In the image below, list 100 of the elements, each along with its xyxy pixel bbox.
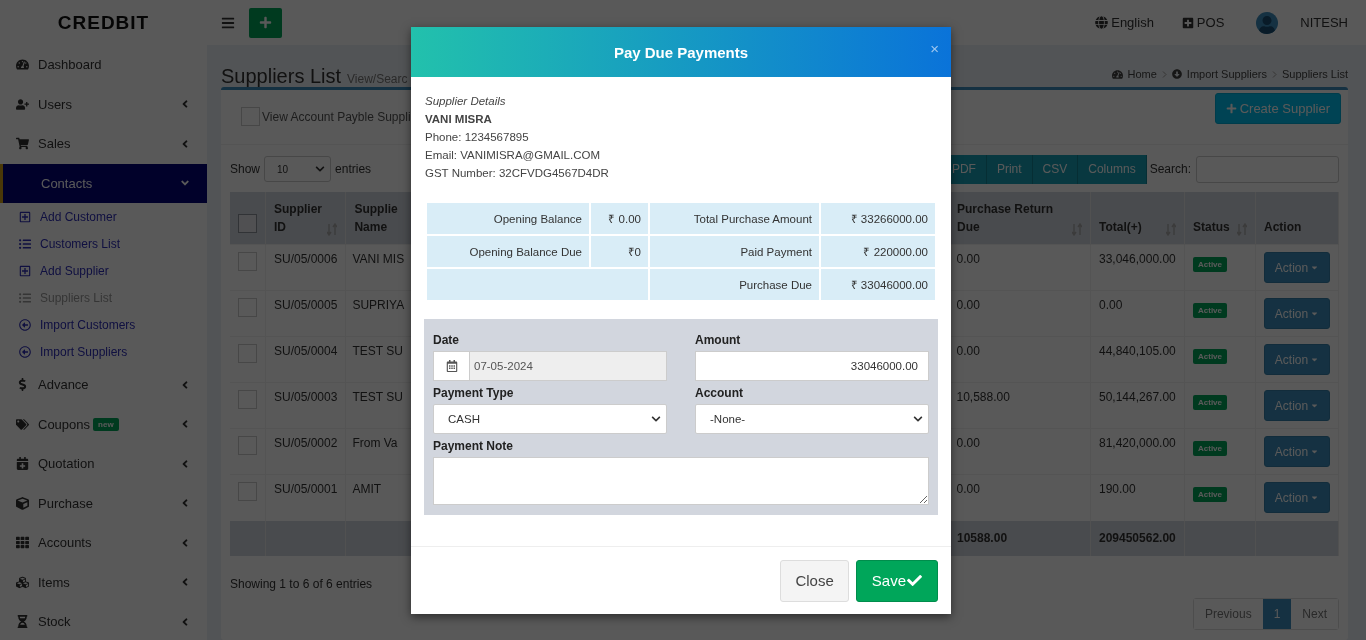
select-all-checkbox[interactable] [238, 214, 257, 233]
check-icon [907, 573, 922, 588]
entries-label: entries [335, 162, 372, 176]
close-button[interactable]: Close [780, 559, 849, 602]
save-button[interactable]: Save [855, 559, 938, 602]
pos-link[interactable]: POS [1181, 15, 1225, 30]
sidebar-label: Coupons [38, 416, 91, 432]
chevron-down-icon [315, 164, 326, 174]
status-tag: Active [1193, 487, 1227, 502]
chevron-down-icon [913, 414, 923, 424]
table-cell: SU/05/0004 [265, 336, 346, 383]
summary-label: Opening Balance [426, 202, 590, 235]
payment-type-select[interactable]: CASH [433, 404, 667, 434]
table-cell: 190.00 [1090, 474, 1185, 521]
chevron-down-icon [651, 414, 661, 424]
sidebar-label: Dashboard [38, 57, 102, 73]
date-field[interactable]: 07-05-2024 [470, 351, 667, 381]
payment-note-field[interactable] [433, 457, 929, 505]
export-button[interactable]: Print [986, 154, 1033, 184]
sidebar-label: Items [38, 574, 70, 590]
sidebar-item[interactable]: Accounts [0, 523, 207, 563]
caret-icon [1310, 447, 1320, 456]
sidebar-item[interactable]: Coupons new [0, 404, 207, 444]
breadcrumb-link[interactable]: Import Suppliers [1186, 68, 1267, 80]
field-label: Payment Note [433, 437, 515, 455]
sidebar-item[interactable]: Quotation [0, 444, 207, 484]
column-header[interactable]: Total(+) [1090, 192, 1185, 245]
supplier-detail: Email: VANIMISRA@GMAIL.COM [425, 148, 602, 163]
action-button[interactable]: Action [1264, 390, 1330, 421]
sidebar-label: Users [38, 96, 72, 112]
dashboard-icon [1111, 68, 1123, 80]
cube-icon [16, 496, 29, 510]
summary-value: ₹ 33266000.00 [820, 202, 936, 235]
amount-field[interactable]: 33046000.00 [695, 351, 929, 381]
menu-icon[interactable] [221, 15, 235, 30]
sidebar-item[interactable]: Purchase [0, 483, 207, 523]
action-button[interactable]: Action [1264, 482, 1330, 513]
user-name[interactable]: NITESH [1300, 15, 1348, 30]
table-cell: 44,840,105.00 [1090, 336, 1185, 383]
list-icon [19, 291, 31, 304]
page-title: Suppliers List [221, 65, 342, 88]
export-button[interactable]: CSV [1032, 154, 1079, 184]
submenu-item[interactable]: Customers List [0, 230, 207, 257]
action-button[interactable]: Action [1264, 436, 1330, 467]
calendar-plus-icon [16, 457, 29, 471]
table-cell: 0.00 [1090, 290, 1185, 337]
submenu-item[interactable]: Import Suppliers [0, 338, 207, 365]
summary-value: ₹ 220000.00 [820, 235, 936, 268]
status-tag: Active [1193, 257, 1227, 272]
action-button[interactable]: Action [1264, 344, 1330, 375]
action-button[interactable]: Action [1264, 252, 1330, 283]
new-badge: new [93, 417, 119, 431]
language-link[interactable]: English [1095, 15, 1154, 30]
pagination-link[interactable]: 1 [1262, 598, 1292, 629]
close-button[interactable]: × [930, 40, 939, 57]
summary-value: ₹ 0.00 [590, 202, 649, 235]
sidebar-item[interactable]: Contacts [0, 163, 207, 203]
submenu-item[interactable]: Add Customer [0, 203, 207, 230]
page-length-select[interactable]: 10 [264, 156, 332, 182]
table-cell: SU/05/0006 [265, 244, 346, 291]
column-header[interactable]: Supplier ID [265, 192, 346, 245]
sidebar-item[interactable]: Users [0, 84, 207, 124]
submenu-item[interactable]: Add Supplier [0, 257, 207, 284]
sidebar-item[interactable]: Dashboard [0, 45, 207, 85]
column-header[interactable]: Purchase Return Due [948, 192, 1091, 245]
add-button[interactable] [249, 7, 282, 38]
section-caption: Supplier Details [425, 94, 507, 109]
plus-icon [259, 16, 272, 29]
sidebar-item[interactable]: Sales [0, 124, 207, 164]
status-tag: Active [1193, 303, 1227, 318]
table-cell: 50,144,267.00 [1090, 382, 1185, 429]
app-logo: CREDBIT [0, 0, 207, 45]
sidebar-label: Purchase [38, 495, 93, 511]
sidebar-item[interactable]: Items [0, 562, 207, 602]
sidebar-label: Advance [38, 377, 89, 393]
grid-icon [16, 536, 29, 550]
sidebar-item[interactable]: Stock [0, 602, 207, 640]
user-plus-icon [16, 97, 29, 111]
breadcrumb-link[interactable]: Home [1127, 68, 1157, 80]
table-cell: 33,046,000.00 [1090, 244, 1185, 291]
show-label: Show [230, 162, 261, 176]
export-button[interactable]: Columns [1078, 154, 1147, 184]
column-header[interactable]: Status [1184, 192, 1256, 245]
calendar-icon [445, 360, 458, 372]
summary-label: Purchase Due [649, 268, 820, 301]
account-select[interactable]: -None- [695, 404, 929, 434]
table-cell: SU/05/0001 [265, 474, 346, 521]
summary-value: ₹ 33046000.00 [820, 268, 936, 301]
status-tag: Active [1193, 395, 1227, 410]
breadcrumb-link[interactable]: Suppliers List [1281, 68, 1348, 80]
supplier-name: VANI MISRA [425, 112, 493, 127]
summary-label: Paid Payment [649, 235, 820, 268]
submenu-item[interactable]: Import Customers [0, 311, 207, 338]
caret-icon [1310, 493, 1320, 502]
dollar-icon [16, 378, 29, 392]
sidebar-item[interactable]: Advance [0, 365, 207, 405]
create-supplier-button[interactable]: Create Supplier [1214, 93, 1341, 124]
caret-icon [1310, 309, 1320, 318]
action-button[interactable]: Action [1264, 298, 1330, 329]
avatar-icon[interactable] [1256, 11, 1279, 34]
